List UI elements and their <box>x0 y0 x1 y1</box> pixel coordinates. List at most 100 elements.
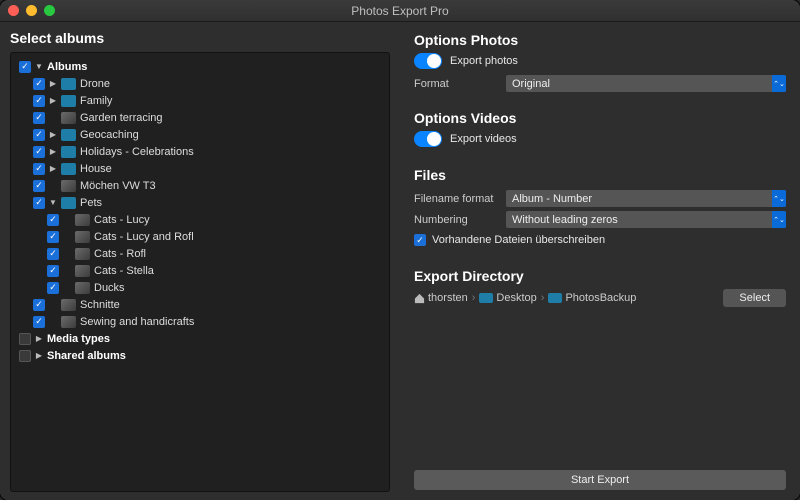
overwrite-label: Vorhandene Dateien überschreiben <box>432 234 605 246</box>
chevron-right-icon[interactable]: ▶ <box>35 334 43 343</box>
album-checkbox[interactable] <box>47 265 59 277</box>
format-label: Format <box>414 78 506 90</box>
folder-icon <box>61 129 76 141</box>
album-label: Cats - Stella <box>94 265 154 277</box>
numbering-label: Numbering <box>414 214 506 226</box>
album-checkbox[interactable] <box>33 180 45 192</box>
album-label: Cats - Lucy <box>94 214 150 226</box>
folder-icon <box>61 78 76 90</box>
updown-icon: ⌃⌄ <box>772 190 786 207</box>
folder-icon <box>479 293 493 303</box>
updown-icon: ⌃⌄ <box>772 211 786 228</box>
chevron-right-icon[interactable]: ▶ <box>49 79 57 88</box>
tree-row[interactable]: ▶Cats - Rofl <box>15 245 385 262</box>
tree-row[interactable]: ▶Sewing and handicrafts <box>15 313 385 330</box>
chevron-down-icon[interactable]: ▼ <box>49 198 57 207</box>
overwrite-checkbox[interactable] <box>414 234 426 246</box>
album-checkbox[interactable] <box>47 214 59 226</box>
album-checkbox[interactable] <box>33 316 45 328</box>
tree-row[interactable]: ▶Cats - Stella <box>15 262 385 279</box>
album-checkbox[interactable] <box>33 163 45 175</box>
album-checkbox[interactable] <box>47 282 59 294</box>
album-tree[interactable]: ▼Albums▶Drone▶Family▶Garden terracing▶Ge… <box>10 52 390 492</box>
window-title: Photos Export Pro <box>0 4 800 18</box>
options-videos-heading: Options Videos <box>414 110 786 126</box>
start-export-button[interactable]: Start Export <box>414 470 786 490</box>
tree-row[interactable]: ▶Geocaching <box>15 126 385 143</box>
maximize-icon[interactable] <box>44 5 55 16</box>
album-thumb-icon <box>75 282 90 294</box>
album-label: House <box>80 163 112 175</box>
album-label: Cats - Rofl <box>94 248 146 260</box>
album-label: Albums <box>47 61 87 73</box>
home-icon <box>414 293 425 304</box>
album-checkbox[interactable] <box>47 231 59 243</box>
album-thumb-icon <box>75 214 90 226</box>
album-checkbox[interactable] <box>33 112 45 124</box>
tree-row[interactable]: ▶Family <box>15 92 385 109</box>
album-label: Drone <box>80 78 110 90</box>
tree-row[interactable]: ▶Ducks <box>15 279 385 296</box>
path-seg-1: Desktop <box>496 292 536 304</box>
tree-row[interactable]: ▶ House <box>15 160 385 177</box>
album-checkbox[interactable] <box>33 299 45 311</box>
export-path[interactable]: thorsten › Desktop › PhotosBackup <box>414 292 715 304</box>
tree-row[interactable]: ▼ Albums <box>15 58 385 75</box>
album-checkbox[interactable] <box>19 333 31 345</box>
select-directory-button[interactable]: Select <box>723 289 786 307</box>
path-seg-2: PhotosBackup <box>565 292 636 304</box>
chevron-right-icon[interactable]: ▶ <box>49 147 57 156</box>
export-photos-toggle[interactable] <box>414 53 442 69</box>
album-checkbox[interactable] <box>33 129 45 141</box>
album-checkbox[interactable] <box>33 197 45 209</box>
album-thumb-icon <box>75 265 90 277</box>
tree-row[interactable]: ▶Garden terracing <box>15 109 385 126</box>
tree-row[interactable]: ▶Schnitte <box>15 296 385 313</box>
tree-row[interactable]: ▶ Shared albums <box>15 347 385 364</box>
tree-row[interactable]: ▶Media types <box>15 330 385 347</box>
album-label: Shared albums <box>47 350 126 362</box>
album-label: Möchen VW T3 <box>80 180 156 192</box>
numbering-value: Without leading zeros <box>512 214 618 226</box>
left-panel: Select albums ▼Albums▶Drone▶Family▶Garde… <box>0 22 400 500</box>
chevron-right-icon[interactable]: ▶ <box>49 96 57 105</box>
album-label: Pets <box>80 197 102 209</box>
tree-row[interactable]: ▼ Pets <box>15 194 385 211</box>
album-checkbox[interactable] <box>33 95 45 107</box>
select-albums-heading: Select albums <box>10 30 390 46</box>
tree-row[interactable]: ▶Cats - Lucy and Rofl <box>15 228 385 245</box>
folder-icon <box>61 95 76 107</box>
chevron-right-icon[interactable]: ▶ <box>49 164 57 173</box>
right-panel: Options Photos Export photos Format Orig… <box>400 22 800 500</box>
window-controls <box>8 5 55 16</box>
album-label: Sewing and handicrafts <box>80 316 194 328</box>
album-label: Holidays - Celebrations <box>80 146 194 158</box>
titlebar: Photos Export Pro <box>0 0 800 22</box>
path-seg-0: thorsten <box>428 292 468 304</box>
tree-row[interactable]: ▶Cats - Lucy <box>15 211 385 228</box>
album-label: Cats - Lucy and Rofl <box>94 231 194 243</box>
close-icon[interactable] <box>8 5 19 16</box>
album-checkbox[interactable] <box>47 248 59 260</box>
tree-row[interactable]: ▶ Drone <box>15 75 385 92</box>
tree-row[interactable]: ▶Möchen VW T3 <box>15 177 385 194</box>
chevron-right-icon[interactable]: ▶ <box>35 351 43 360</box>
folder-icon <box>61 146 76 158</box>
folder-icon <box>61 197 76 209</box>
album-checkbox[interactable] <box>19 350 31 362</box>
minimize-icon[interactable] <box>26 5 37 16</box>
album-checkbox[interactable] <box>33 146 45 158</box>
export-videos-toggle[interactable] <box>414 131 442 147</box>
format-select[interactable]: Original ⌃⌄ <box>506 75 786 92</box>
chevron-right-icon[interactable]: ▶ <box>49 130 57 139</box>
format-value: Original <box>512 78 550 90</box>
album-checkbox[interactable] <box>19 61 31 73</box>
tree-row[interactable]: ▶ Holidays - Celebrations <box>15 143 385 160</box>
folder-icon <box>548 293 562 303</box>
album-label: Garden terracing <box>80 112 163 124</box>
numbering-select[interactable]: Without leading zeros ⌃⌄ <box>506 211 786 228</box>
album-checkbox[interactable] <box>33 78 45 90</box>
album-thumb-icon <box>61 299 76 311</box>
filename-format-select[interactable]: Album - Number ⌃⌄ <box>506 190 786 207</box>
chevron-down-icon[interactable]: ▼ <box>35 62 43 71</box>
